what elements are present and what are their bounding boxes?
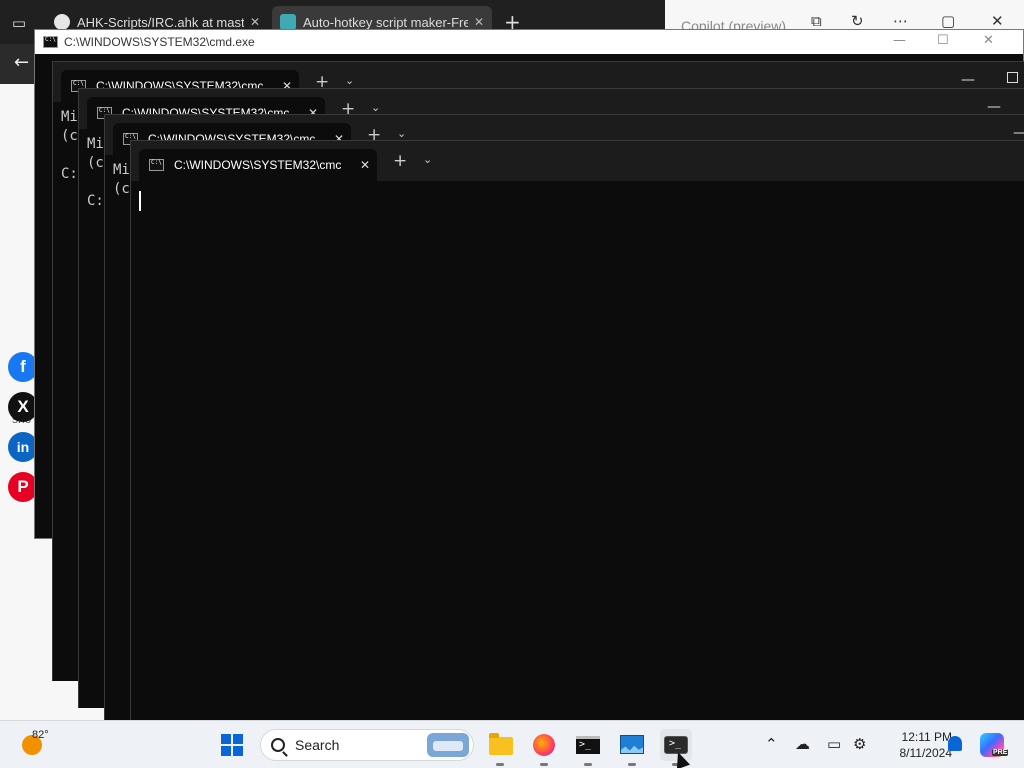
folder-icon <box>489 733 513 755</box>
text-cursor <box>139 191 141 211</box>
terminal-output: Mi (c <box>113 162 130 197</box>
onedrive-icon[interactable]: ☁ <box>795 735 810 753</box>
close-tab-icon[interactable]: ✕ <box>250 15 260 29</box>
monitor-icon <box>620 735 644 754</box>
temperature: 82° <box>32 729 49 741</box>
close-icon[interactable]: ✕ <box>983 33 994 48</box>
browser-tab-label: AHK-Scripts/IRC.ahk at master <box>77 14 244 30</box>
minimize-icon[interactable]: — <box>987 99 1001 115</box>
close-tab-icon[interactable]: ✕ <box>474 15 484 29</box>
autohotkey-icon <box>280 14 296 30</box>
x-glyph: X <box>17 397 29 416</box>
command-prompt-button[interactable] <box>572 729 604 766</box>
cmd-title: C:\WINDOWS\SYSTEM32\cmd.exe <box>64 35 255 49</box>
search-highlight-icon <box>427 733 469 757</box>
close-tab-icon[interactable]: ✕ <box>353 158 377 172</box>
search-icon <box>271 738 285 752</box>
taskbar-search[interactable]: Search <box>260 729 474 761</box>
back-arrow-icon[interactable]: ← <box>14 52 29 73</box>
clock-date: 8/11/2024 <box>899 746 953 760</box>
search-label: Search <box>295 737 340 753</box>
network-icon[interactable]: ⚙ <box>853 735 866 753</box>
file-explorer-button[interactable] <box>484 729 516 766</box>
tab-actions-icon[interactable]: ▭ <box>8 12 30 34</box>
windows-start-icon[interactable] <box>221 734 243 756</box>
system-clock[interactable]: 12:11 PM 8/11/2024 <box>874 729 953 761</box>
taskbar: 82° Search ⌃ ☁ ▭ ⚙ 12:11 PM 8/11/2024 PR… <box>0 720 1024 768</box>
running-indicator <box>584 763 592 766</box>
minimize-icon[interactable]: — <box>1013 125 1024 141</box>
cmd-icon <box>43 36 58 48</box>
chevron-down-icon[interactable]: ⌄ <box>345 74 354 87</box>
running-indicator <box>496 763 504 766</box>
browser-tab-label: Auto-hotkey script maker-Fre <box>303 14 468 30</box>
clock-time: 12:11 PM <box>901 730 952 744</box>
github-icon <box>54 14 70 30</box>
running-indicator <box>540 763 548 766</box>
terminal-output: Mi (c C: <box>87 136 104 209</box>
chevron-up-icon[interactable]: ⌃ <box>765 735 778 753</box>
command-prompt-icon <box>576 736 600 754</box>
facebook-glyph: f <box>20 357 26 376</box>
refresh-icon[interactable]: ↻ <box>851 12 864 30</box>
maximize-icon[interactable]: ▢ <box>941 12 955 30</box>
cmd-title-bar[interactable]: C:\WINDOWS\SYSTEM32\cmd.exe — ☐ ✕ <box>35 30 1023 54</box>
terminal-output: Mi (c C: <box>61 109 78 182</box>
new-tab-icon[interactable]: + <box>393 151 407 171</box>
chevron-down-icon[interactable]: ⌄ <box>423 153 432 166</box>
maximize-icon[interactable]: ☐ <box>937 33 949 48</box>
close-icon[interactable]: ✕ <box>991 12 1004 30</box>
more-options-icon[interactable]: ⋯ <box>893 12 908 30</box>
resource-monitor-button[interactable] <box>616 729 648 766</box>
running-indicator <box>628 763 636 766</box>
chevron-down-icon[interactable]: ⌄ <box>397 127 406 140</box>
minimize-icon[interactable]: — <box>893 33 906 48</box>
firefox-button[interactable] <box>528 729 560 766</box>
maximize-icon[interactable] <box>1007 72 1018 83</box>
terminal-tab[interactable]: C:\WINDOWS\SYSTEM32\cmc ✕ <box>139 149 377 181</box>
minimize-icon[interactable]: — <box>961 72 975 88</box>
notification-bell-icon[interactable] <box>948 736 962 751</box>
terminal-window-4[interactable]: C:\WINDOWS\SYSTEM32\cmc ✕ + ⌄ <box>130 140 1024 720</box>
terminal-tab-label: C:\WINDOWS\SYSTEM32\cmc <box>174 158 342 172</box>
preview-badge: PRE <box>992 749 1009 756</box>
display-icon[interactable]: ▭ <box>827 735 841 753</box>
firefox-icon <box>533 734 555 756</box>
linkedin-glyph: in <box>16 439 30 455</box>
chevron-down-icon[interactable]: ⌄ <box>371 101 380 114</box>
cmd-icon <box>149 159 164 171</box>
open-external-icon[interactable]: ⧉ <box>811 12 822 30</box>
pinterest-glyph: P <box>17 477 29 496</box>
